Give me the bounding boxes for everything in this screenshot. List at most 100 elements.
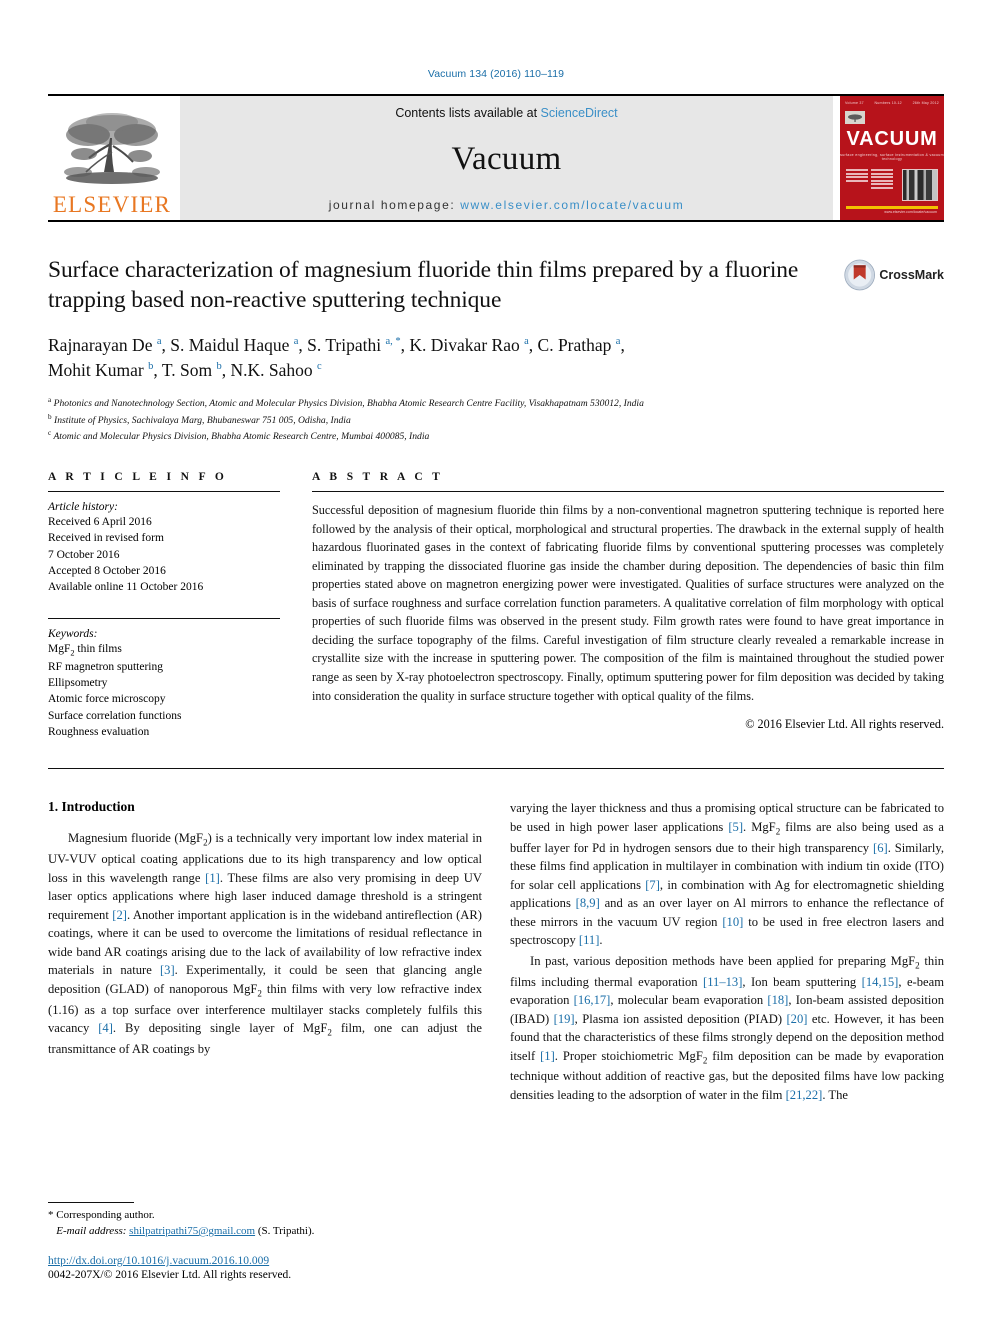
email-suffix: (S. Tripathi). — [257, 1225, 315, 1238]
citation-ref[interactable]: [19] — [554, 1012, 575, 1026]
affiliation-text: Institute of Physics, Sachivalaya Marg, … — [54, 414, 351, 426]
author-item: Rajnarayan De a — [48, 335, 162, 355]
citation-ref[interactable]: [7] — [645, 878, 660, 892]
doi-block: http://dx.doi.org/10.1016/j.vacuum.2016.… — [48, 1255, 482, 1281]
author-name: N.K. Sahoo — [230, 360, 313, 381]
elsevier-tree-icon — [64, 113, 160, 184]
body-column-right: varying the layer thickness and thus a p… — [510, 799, 944, 1106]
elsevier-wordmark: ELSEVIER — [52, 192, 172, 217]
author-name: S. Tripathi — [307, 335, 382, 356]
author-affil-mark: b — [216, 361, 222, 373]
homepage-url-link[interactable]: www.elsevier.com/locate/vacuum — [460, 198, 684, 212]
author-item: S. Tripathi a, * — [307, 335, 400, 355]
affiliation-text: Atomic and Molecular Physics Division, B… — [53, 431, 430, 443]
affiliation-item: b Institute of Physics, Sachivalaya Marg… — [48, 412, 944, 429]
affiliation-mark: c — [48, 429, 52, 438]
affiliation-list: a Photonics and Nanotechnology Section, … — [48, 395, 944, 445]
abstract-text: Successful deposition of magnesium fluor… — [312, 503, 944, 703]
author-name: Mohit Kumar — [48, 360, 144, 381]
journal-masthead: ELSEVIER Contents lists available at Sci… — [48, 94, 944, 222]
citation-ref[interactable]: [1] — [205, 871, 220, 885]
keywords-rule — [48, 617, 280, 619]
cover-editor-names — [846, 169, 898, 201]
citation-ref[interactable]: [8,9] — [576, 896, 600, 910]
author-item: K. Divakar Rao a — [409, 335, 528, 355]
article-history-item: Received 6 April 2016 — [48, 516, 152, 529]
author-item: C. Prathap a — [538, 335, 621, 355]
affiliation-item: c Atomic and Molecular Physics Division,… — [48, 428, 944, 445]
abstract-heading: A B S T R A C T — [312, 471, 444, 484]
cover-subtitle: surface engineering, surface instrumenta… — [840, 153, 944, 161]
citation-ref[interactable]: [11–13] — [703, 975, 742, 989]
info-abstract-region: A R T I C L E I N F O Article history: R… — [48, 471, 944, 740]
article-history-item: Received in revised form — [48, 532, 164, 545]
author-affil-mark: a — [524, 336, 529, 348]
citation-ref[interactable]: [5] — [728, 820, 743, 834]
author-affil-mark: a — [615, 336, 621, 348]
email-note: E-mail address: shilpatripathi75@gmail.c… — [48, 1224, 482, 1240]
keyword-item: Atomic force microscopy — [48, 693, 166, 706]
homepage-prefix: journal homepage: — [328, 198, 461, 212]
author-item: T. Som b — [162, 360, 222, 380]
cover-micrograph-image — [902, 169, 938, 201]
abstract-column: A B S T R A C T Successful deposition of… — [312, 471, 944, 740]
crossmark-badge[interactable]: CrossMark — [844, 252, 944, 298]
affiliation-mark: b — [48, 412, 52, 421]
author-affil-mark: c — [316, 361, 322, 373]
citation-ref[interactable]: [21,22] — [786, 1088, 823, 1102]
citation-ref[interactable]: [20] — [786, 1012, 807, 1026]
author-list: Rajnarayan De a, S. Maidul Haque a, S. T… — [48, 335, 625, 381]
email-link[interactable]: shilpatripathi75@gmail.com — [129, 1225, 255, 1237]
citation-ref[interactable]: [14,15] — [862, 975, 899, 989]
citation-ref[interactable]: [3] — [160, 963, 175, 977]
contents-prefix: Contents lists available at — [395, 106, 541, 120]
cover-body — [846, 169, 938, 201]
article-info-rule — [48, 491, 280, 493]
keyword-item: RF magnetron sputtering — [48, 660, 163, 673]
keyword-item: Roughness evaluation — [48, 726, 150, 739]
keywords-label: Keywords: — [48, 627, 98, 640]
section-title-introduction: 1. Introduction — [48, 799, 135, 815]
article-history-item: Available online 11 October 2016 — [48, 581, 204, 594]
citation-ref[interactable]: [6] — [873, 841, 888, 855]
article-history-item: 7 October 2016 — [48, 548, 120, 561]
journal-homepage-line: journal homepage: www.elsevier.com/locat… — [329, 198, 685, 212]
cover-topbar: Volume 37 Numbers 10-12 26th May 2012 — [840, 96, 944, 108]
author-affil-mark-corresponding: a, * — [385, 336, 401, 348]
author-affil-mark: a — [156, 336, 162, 348]
title-block: Surface characterization of magnesium fl… — [48, 256, 944, 315]
author-name: C. Prathap — [537, 335, 612, 356]
author-name: T. Som — [161, 360, 213, 381]
masthead-center: Contents lists available at ScienceDirec… — [180, 96, 833, 220]
author-name: Rajnarayan De — [48, 335, 153, 356]
keyword-item: Surface correlation functions — [48, 709, 182, 722]
article-title: Surface characterization of magnesium fl… — [48, 257, 799, 313]
elsevier-logo: ELSEVIER — [48, 96, 176, 220]
affiliation-item: a Photonics and Nanotechnology Section, … — [48, 395, 944, 412]
keyword-item: MgF2 thin films — [48, 642, 122, 657]
doi-link[interactable]: http://dx.doi.org/10.1016/j.vacuum.2016.… — [48, 1255, 482, 1267]
crossmark-icon — [844, 259, 876, 291]
citation-ref[interactable]: [2] — [112, 908, 127, 922]
citation-ref[interactable]: [10] — [722, 915, 743, 929]
body-paragraph: In past, various deposition methods have… — [510, 953, 945, 1102]
section-divider — [48, 768, 944, 770]
cover-volume-label: Volume 37 — [845, 101, 864, 105]
article-info-column: A R T I C L E I N F O Article history: R… — [48, 471, 280, 740]
citation-ref[interactable]: [11] — [579, 933, 600, 947]
citation-ref[interactable]: [1] — [540, 1049, 555, 1063]
abstract-rule — [312, 491, 944, 493]
body-columns: 1. Introduction Magnesium fluoride (MgF2… — [48, 799, 944, 1106]
cover-accent-bar — [846, 206, 938, 209]
cover-footer-url: www.elsevier.com/locate/vacuum — [884, 210, 937, 214]
citation-ref[interactable]: [16,17] — [574, 993, 611, 1007]
body-paragraph: Magnesium fluoride (MgF2) is a technical… — [48, 831, 483, 1056]
cover-title: VACUUM — [846, 128, 938, 150]
citation-ref[interactable]: [4] — [98, 1021, 113, 1035]
body-paragraph: varying the layer thickness and thus a p… — [510, 801, 945, 948]
sciencedirect-link[interactable]: ScienceDirect — [541, 106, 618, 120]
keywords-block: Keywords: MgF2 thin films RF magnetron s… — [48, 617, 280, 741]
citation-ref[interactable]: [18] — [767, 993, 788, 1007]
journal-cover-thumbnail[interactable]: Volume 37 Numbers 10-12 26th May 2012 VA… — [839, 96, 944, 220]
issn-copyright-line: 0042-207X/© 2016 Elsevier Ltd. All right… — [48, 1269, 292, 1281]
